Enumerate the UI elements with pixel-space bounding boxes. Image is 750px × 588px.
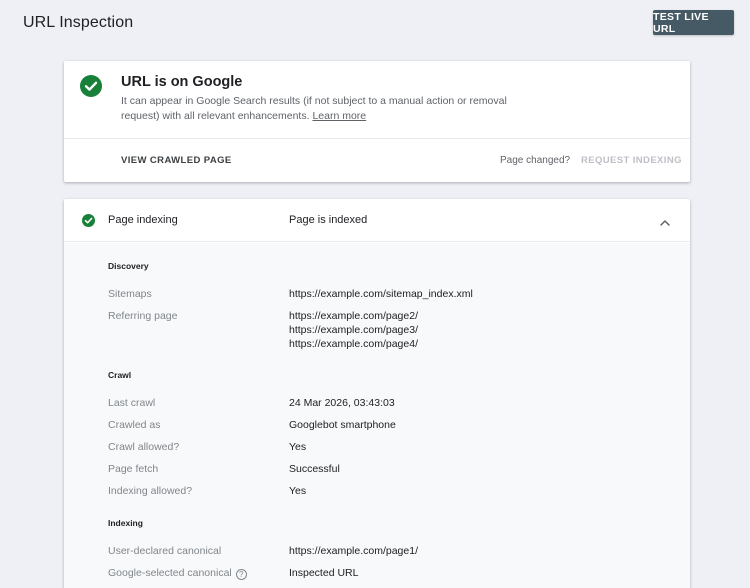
crawled-as-value: Googlebot smartphone [289, 419, 396, 431]
indexing-heading: Indexing [108, 518, 143, 528]
page-indexing-value: Page is indexed [289, 214, 368, 226]
crawl-allowed-label: Crawl allowed? [108, 441, 180, 453]
user-declared-canonical-value: https://example.com/page1/ [289, 545, 418, 557]
view-crawled-page-button[interactable]: VIEW CRAWLED PAGE [121, 155, 232, 166]
page-title: URL Inspection [23, 14, 134, 31]
page-indexing-header[interactable]: Page indexing Page is indexed [64, 199, 690, 242]
page-indexing-card: Page indexing Page is indexed Discovery … [64, 199, 690, 588]
page-fetch-label: Page fetch [108, 463, 159, 475]
sitemaps-value: https://example.com/sitemap_index.xml [289, 288, 473, 300]
referring-page-url: https://example.com/page4/ [289, 338, 418, 350]
indexing-allowed-label: Indexing allowed? [108, 485, 193, 497]
crawl-allowed-value: Yes [289, 441, 307, 453]
page-changed-label: Page changed? [500, 155, 571, 166]
check-circle-icon [80, 75, 102, 97]
status-card: URL is on Google It can appear in Google… [64, 61, 690, 182]
user-declared-canonical-label: User-declared canonical [108, 545, 222, 557]
last-crawl-label: Last crawl [108, 397, 156, 409]
request-indexing-button[interactable]: REQUEST INDEXING [581, 155, 682, 166]
referring-page-url: https://example.com/page3/ [289, 324, 418, 336]
check-circle-icon [82, 214, 95, 227]
google-selected-canonical-row-label: Google-selected canonical? [108, 567, 247, 580]
google-selected-canonical-label: Google-selected canonical [108, 567, 232, 579]
crawled-as-label: Crawled as [108, 419, 161, 431]
discovery-heading: Discovery [108, 261, 149, 271]
referring-page-label: Referring page [108, 310, 178, 322]
crawl-heading: Crawl [108, 370, 132, 380]
help-icon[interactable]: ? [235, 569, 247, 580]
google-selected-canonical-value: Inspected URL [289, 567, 359, 579]
learn-more-link[interactable]: Learn more [312, 110, 366, 122]
sitemaps-label: Sitemaps [108, 288, 152, 300]
page-fetch-value: Successful [289, 463, 340, 475]
referring-page-value: https://example.com/page2/ https://examp… [289, 309, 418, 351]
chevron-up-icon[interactable] [659, 215, 671, 226]
indexing-allowed-value: Yes [289, 485, 307, 497]
divider [64, 138, 690, 139]
last-crawl-value: 24 Mar 2026, 03:43:03 [289, 397, 395, 409]
top-bar: URL Inspection TEST LIVE URL [0, 0, 750, 46]
referring-page-url: https://example.com/page2/ [289, 310, 418, 322]
test-live-url-button[interactable]: TEST LIVE URL [653, 10, 734, 35]
page-indexing-label: Page indexing [108, 214, 178, 226]
page-indexing-details: Discovery Sitemaps https://example.com/s… [64, 243, 690, 588]
status-title: URL is on Google [121, 74, 243, 90]
status-description: It can appear in Google Search results (… [121, 94, 521, 123]
